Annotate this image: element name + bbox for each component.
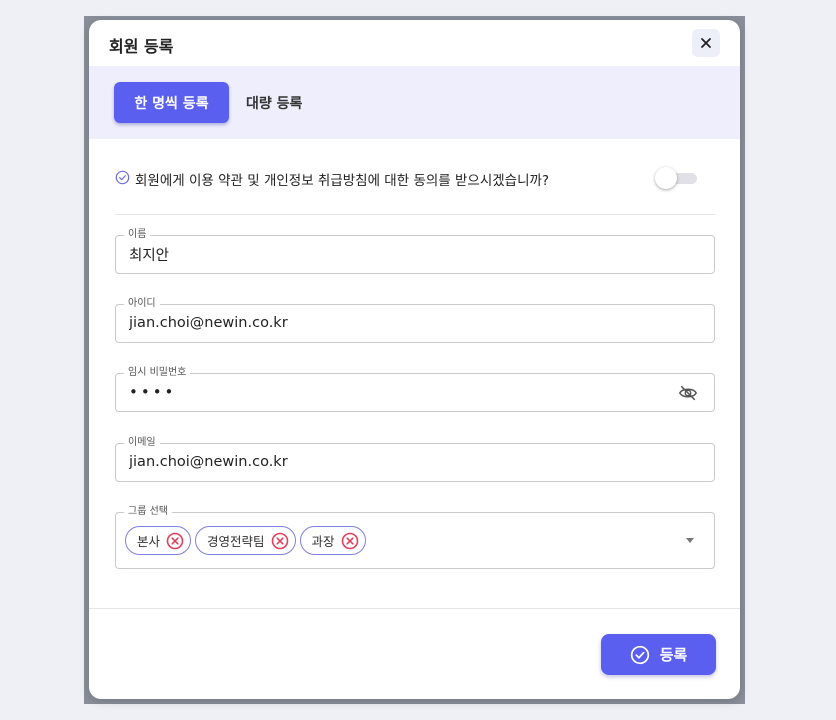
- group-chip-label: 과장: [311, 534, 335, 549]
- group-chip-label: 경영전략팀: [207, 534, 265, 549]
- user-id-label: 아이디: [124, 297, 160, 311]
- user-id-field: 아이디: [115, 297, 715, 343]
- footer-divider: [89, 608, 740, 609]
- modal-title: 회원 등록: [109, 37, 174, 56]
- consent-row: 회원에게 이용 약관 및 개인정보 취급방침에 대한 동의를 받으시겠습니까?: [115, 168, 715, 189]
- chip-remove-button[interactable]: [271, 532, 289, 550]
- name-field: 이름: [115, 228, 715, 274]
- chip-remove-button[interactable]: [341, 532, 359, 550]
- member-registration-modal: 회원 등록 한 명씩 등록 대량 등록 회원에게 이용 약관 및 개인정보 취급…: [89, 20, 740, 699]
- group-select[interactable]: 그룹 선택 본사 경영전략팀 과장: [115, 505, 715, 569]
- consent-toggle[interactable]: [655, 166, 699, 190]
- group-select-label: 그룹 선택: [124, 505, 172, 519]
- close-icon: [701, 38, 711, 48]
- remove-circle-icon: [271, 532, 288, 549]
- temp-password-field: 임시 비밀번호 ••••: [115, 366, 715, 412]
- section-divider: [115, 214, 715, 215]
- email-input[interactable]: [129, 454, 669, 470]
- chevron-down-icon[interactable]: [686, 538, 694, 543]
- consent-question: 회원에게 이용 약관 및 개인정보 취급방침에 대한 동의를 받으시겠습니까?: [135, 173, 550, 189]
- modal-header: 회원 등록: [89, 20, 740, 66]
- register-button-label: 등록: [659, 646, 688, 664]
- group-chip: 과장: [299, 526, 366, 555]
- email-label: 이메일: [124, 436, 160, 450]
- name-input[interactable]: [129, 246, 669, 262]
- temp-password-input[interactable]: ••••: [129, 383, 669, 401]
- eye-off-icon: [678, 385, 698, 401]
- check-circle-icon: [115, 170, 130, 185]
- toggle-password-visibility-button[interactable]: [678, 384, 698, 406]
- tab-bulk-registration[interactable]: 대량 등록: [246, 82, 326, 123]
- tab-single-registration[interactable]: 한 명씩 등록: [114, 82, 229, 123]
- group-chip: 본사: [125, 526, 192, 555]
- name-label: 이름: [124, 228, 151, 242]
- temp-password-label: 임시 비밀번호: [124, 366, 191, 380]
- remove-circle-icon: [166, 532, 184, 549]
- group-chip-label: 본사: [137, 534, 161, 549]
- email-field: 이메일: [115, 436, 715, 482]
- check-circle-icon: [630, 645, 649, 664]
- remove-circle-icon: [341, 532, 358, 549]
- toggle-thumb: [655, 167, 677, 189]
- selected-groups: 본사 경영전략팀 과장: [125, 526, 366, 555]
- group-chip: 경영전략팀: [195, 526, 296, 555]
- close-button[interactable]: [692, 29, 720, 57]
- chip-remove-button[interactable]: [166, 532, 184, 550]
- user-id-input[interactable]: [129, 315, 669, 331]
- registration-tabs: 한 명씩 등록 대량 등록: [89, 66, 740, 139]
- register-button[interactable]: 등록: [601, 634, 716, 675]
